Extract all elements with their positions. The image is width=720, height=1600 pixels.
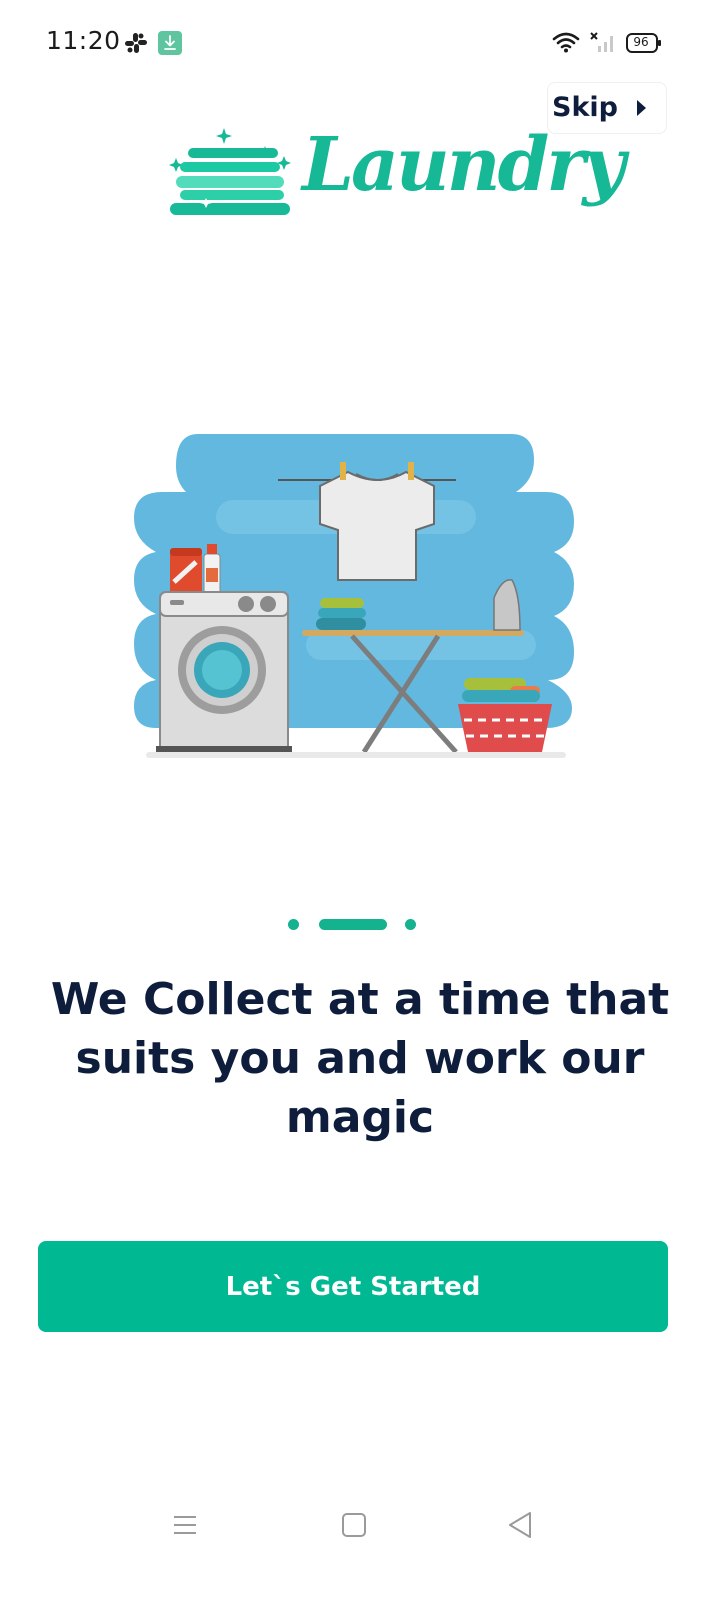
skip-label: Skip	[552, 92, 618, 123]
onboarding-headline: We Collect at a time that suits you and …	[50, 974, 670, 1143]
menu-icon[interactable]	[172, 1512, 198, 1538]
signal-icon	[590, 32, 613, 52]
page-dot-2-active	[319, 919, 387, 930]
chevron-right-icon	[637, 100, 646, 116]
onboarding-screen: 11:20 96 Skip Laundry We Collect at a ti…	[0, 0, 720, 1600]
wifi-icon	[552, 32, 580, 53]
status-time: 11:20	[46, 26, 121, 55]
system-nav-bar	[0, 1490, 720, 1560]
battery-icon: 96	[626, 33, 662, 53]
page-dot-1	[288, 919, 299, 930]
home-icon[interactable]	[341, 1512, 367, 1538]
slack-icon	[125, 33, 147, 53]
battery-level: 96	[633, 35, 649, 49]
laundry-illustration	[134, 434, 574, 758]
page-dot-3	[405, 919, 416, 930]
get-started-button[interactable]: Let`s Get Started	[38, 1241, 668, 1332]
status-bar: 11:20 96	[0, 0, 720, 86]
page-indicator	[0, 916, 720, 932]
back-icon[interactable]	[506, 1510, 534, 1540]
download-icon	[158, 31, 182, 55]
folded-towels-icon	[169, 128, 291, 215]
logo-wordmark: Laundry	[302, 122, 625, 208]
